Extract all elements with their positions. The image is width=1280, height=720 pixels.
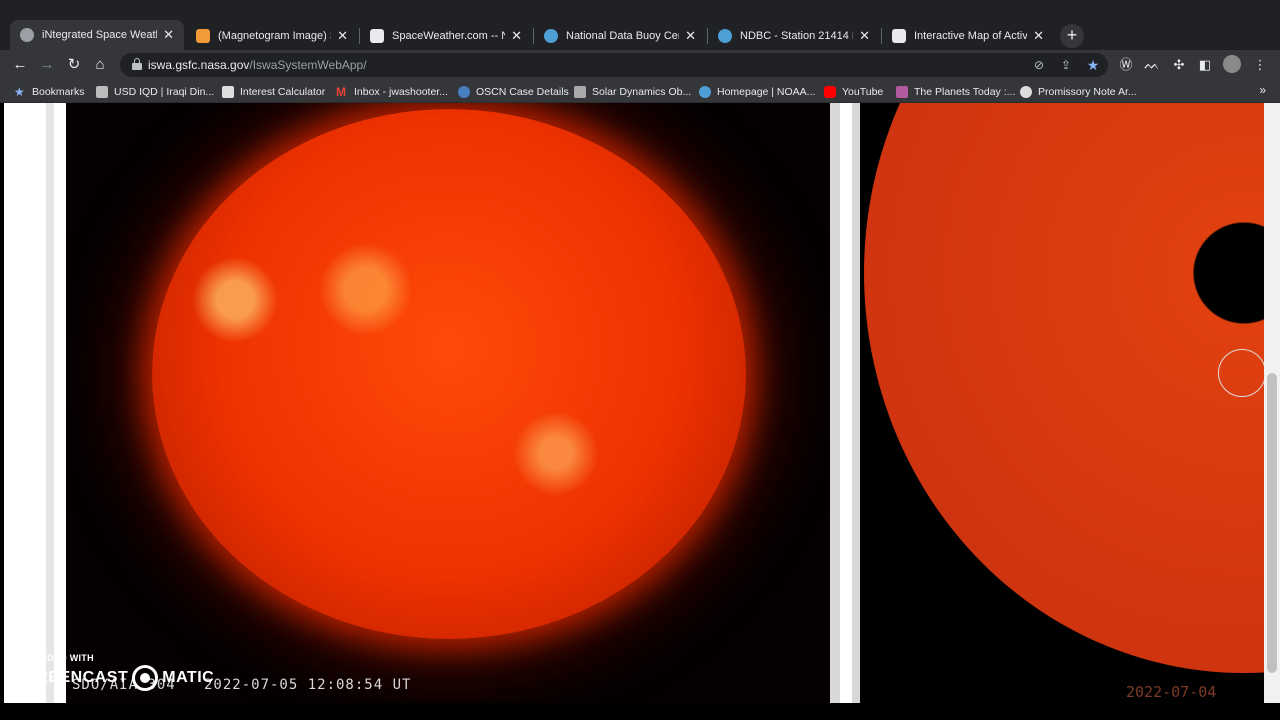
sdo-aia-304-image[interactable]: SDO/AIA 304 2022-07-05 12:08:54 UT bbox=[66, 103, 830, 703]
share-icon[interactable]: ⇪ bbox=[1057, 56, 1075, 74]
youtube-icon bbox=[824, 85, 836, 98]
record-icon bbox=[132, 665, 159, 691]
tab-title: Interactive Map of Active V bbox=[914, 30, 1028, 42]
bookmark-promissory-note[interactable]: Promissory Note Ar... bbox=[1020, 83, 1137, 100]
document-icon bbox=[1020, 85, 1032, 98]
close-icon[interactable]: ✕ bbox=[163, 27, 174, 43]
panel-border bbox=[852, 103, 860, 703]
tab-spaceweather[interactable]: SpaceWeather.com -- News ✕ bbox=[360, 22, 532, 50]
bookmark-planets-today[interactable]: The Planets Today :... bbox=[896, 83, 1015, 100]
tab-ndbc-station[interactable]: NDBC - Station 21414 Rece ✕ bbox=[708, 22, 880, 50]
new-tab-button[interactable]: + bbox=[1060, 24, 1084, 48]
bookmark-oscn[interactable]: OSCN Case Details bbox=[458, 83, 569, 100]
avatar[interactable] bbox=[1222, 55, 1242, 75]
tab-title: iNtegrated Space Weather A bbox=[42, 29, 157, 41]
coronagraph-image[interactable]: 2022-07-04 bbox=[860, 103, 1264, 703]
tab-ndbc[interactable]: National Data Buoy Center ✕ bbox=[534, 22, 706, 50]
scrollbar-thumb[interactable] bbox=[1267, 373, 1277, 673]
bookmark-label: Promissory Note Ar... bbox=[1038, 85, 1137, 98]
home-button[interactable]: ⌂ bbox=[89, 54, 111, 76]
tab-strip: iNtegrated Space Weather A ✕ (Magnetogra… bbox=[0, 0, 1280, 50]
map-icon bbox=[892, 29, 906, 43]
panel-border bbox=[830, 103, 840, 703]
browser-toolbar: ← → ↻ ⌂ iswa.gsfc.nasa.gov/IswaSystemWeb… bbox=[0, 50, 1280, 80]
address-bar[interactable]: iswa.gsfc.nasa.gov/IswaSystemWebApp/ ⊘ ⇪… bbox=[120, 53, 1108, 77]
bookmark-sdo[interactable]: Solar Dynamics Ob... bbox=[574, 83, 691, 100]
sun-disk bbox=[152, 109, 746, 639]
bookmark-inbox[interactable]: M Inbox - jwashooter... bbox=[336, 83, 448, 100]
bookmark-interest-calculator[interactable]: Interest Calculator bbox=[222, 83, 325, 100]
satellite-icon bbox=[20, 28, 34, 42]
close-icon[interactable]: ✕ bbox=[685, 28, 696, 44]
bookmarks-overflow-chevron-icon[interactable]: » bbox=[1259, 83, 1266, 97]
page-left-edge bbox=[0, 103, 4, 720]
bookmark-youtube[interactable]: YouTube bbox=[824, 83, 883, 100]
corona-difference-field bbox=[864, 103, 1264, 673]
inv-icon bbox=[96, 85, 108, 98]
bookmark-label: USD IQD | Iraqi Din... bbox=[114, 85, 215, 98]
magnetogram-icon bbox=[196, 29, 210, 43]
kebab-menu-icon[interactable]: ⋮ bbox=[1250, 55, 1270, 75]
sdo-icon bbox=[574, 85, 586, 98]
bookmark-label: OSCN Case Details bbox=[476, 85, 569, 98]
extension-w-icon[interactable]: Ⓦ bbox=[1116, 55, 1136, 75]
bookmark-noaa[interactable]: Homepage | NOAA... bbox=[699, 83, 815, 100]
close-icon[interactable]: ✕ bbox=[337, 28, 348, 44]
gmail-icon: M bbox=[336, 84, 346, 99]
panel-border bbox=[46, 103, 54, 703]
page-scrollbar[interactable] bbox=[1264, 103, 1280, 703]
lock-icon[interactable] bbox=[132, 58, 142, 70]
url-text[interactable]: iswa.gsfc.nasa.gov/IswaSystemWebApp/ bbox=[148, 58, 367, 72]
planets-icon bbox=[896, 85, 908, 98]
sun-position-ring bbox=[1218, 349, 1264, 397]
close-icon[interactable]: ✕ bbox=[511, 28, 522, 44]
tab-title: SpaceWeather.com -- News bbox=[392, 30, 505, 42]
bookmark-label: Solar Dynamics Ob... bbox=[592, 85, 692, 98]
bookmark-star-icon[interactable]: ★ bbox=[1084, 56, 1102, 74]
noaa-icon bbox=[699, 85, 711, 98]
url-path: /IswaSystemWebApp/ bbox=[249, 58, 367, 72]
bookmark-label: Interest Calculator bbox=[240, 85, 326, 98]
tab-title: National Data Buoy Center bbox=[566, 30, 679, 42]
bookmark-label: Inbox - jwashooter... bbox=[354, 85, 448, 98]
bookmark-bookmarks[interactable]: ★ Bookmarks bbox=[14, 83, 85, 100]
coronagraph-date: 2022-07-04 bbox=[1126, 683, 1217, 701]
spaceweather-icon bbox=[370, 29, 384, 43]
tab-title: (Magnetogram Image) Sola bbox=[218, 30, 331, 42]
watermark-right-text: MATIC bbox=[162, 669, 215, 686]
sidepanel-icon[interactable]: ◧ bbox=[1195, 55, 1215, 75]
close-icon[interactable]: ✕ bbox=[1033, 28, 1044, 44]
bookmark-label: The Planets Today :... bbox=[914, 85, 1016, 98]
bookmark-usd-iqd[interactable]: USD IQD | Iraqi Din... bbox=[96, 83, 214, 100]
tab-iswa[interactable]: iNtegrated Space Weather A ✕ bbox=[10, 20, 184, 50]
bookmark-label: Homepage | NOAA... bbox=[717, 85, 816, 98]
extension-wing-icon[interactable]: ᨓ bbox=[1142, 55, 1162, 75]
tab-title: NDBC - Station 21414 Rece bbox=[740, 30, 853, 42]
oscn-icon bbox=[458, 85, 470, 98]
reload-button[interactable]: ↻ bbox=[63, 54, 85, 76]
watermark-top-text: RECORDED WITH bbox=[13, 653, 94, 663]
tab-volcano-map[interactable]: Interactive Map of Active V ✕ bbox=[882, 22, 1054, 50]
close-icon[interactable]: ✕ bbox=[859, 28, 870, 44]
url-host: iswa.gsfc.nasa.gov bbox=[148, 58, 250, 72]
web-page: SDO/AIA 304 2022-07-05 12:08:54 UT 2022-… bbox=[0, 103, 1280, 720]
back-button[interactable]: ← bbox=[9, 54, 31, 76]
calculator-icon bbox=[222, 85, 234, 98]
bookmark-label: Bookmarks bbox=[32, 85, 85, 98]
page-bottom-edge bbox=[0, 703, 1280, 720]
screencast-watermark: RECORDED WITH SCREENCAST MATIC bbox=[13, 653, 214, 691]
bookmarks-bar: ★ Bookmarks USD IQD | Iraqi Din... Inter… bbox=[0, 80, 1280, 103]
puzzle-icon[interactable]: ✣ bbox=[1169, 55, 1189, 75]
forward-button[interactable]: → bbox=[36, 54, 58, 76]
watermark-left-text: SCREENCAST bbox=[13, 669, 129, 686]
eye-off-icon[interactable]: ⊘ bbox=[1030, 56, 1048, 74]
noaa-icon bbox=[544, 29, 558, 43]
star-icon: ★ bbox=[14, 84, 25, 99]
tab-magnetogram[interactable]: (Magnetogram Image) Sola ✕ bbox=[186, 22, 358, 50]
noaa-icon bbox=[718, 29, 732, 43]
bookmark-label: YouTube bbox=[842, 85, 884, 98]
